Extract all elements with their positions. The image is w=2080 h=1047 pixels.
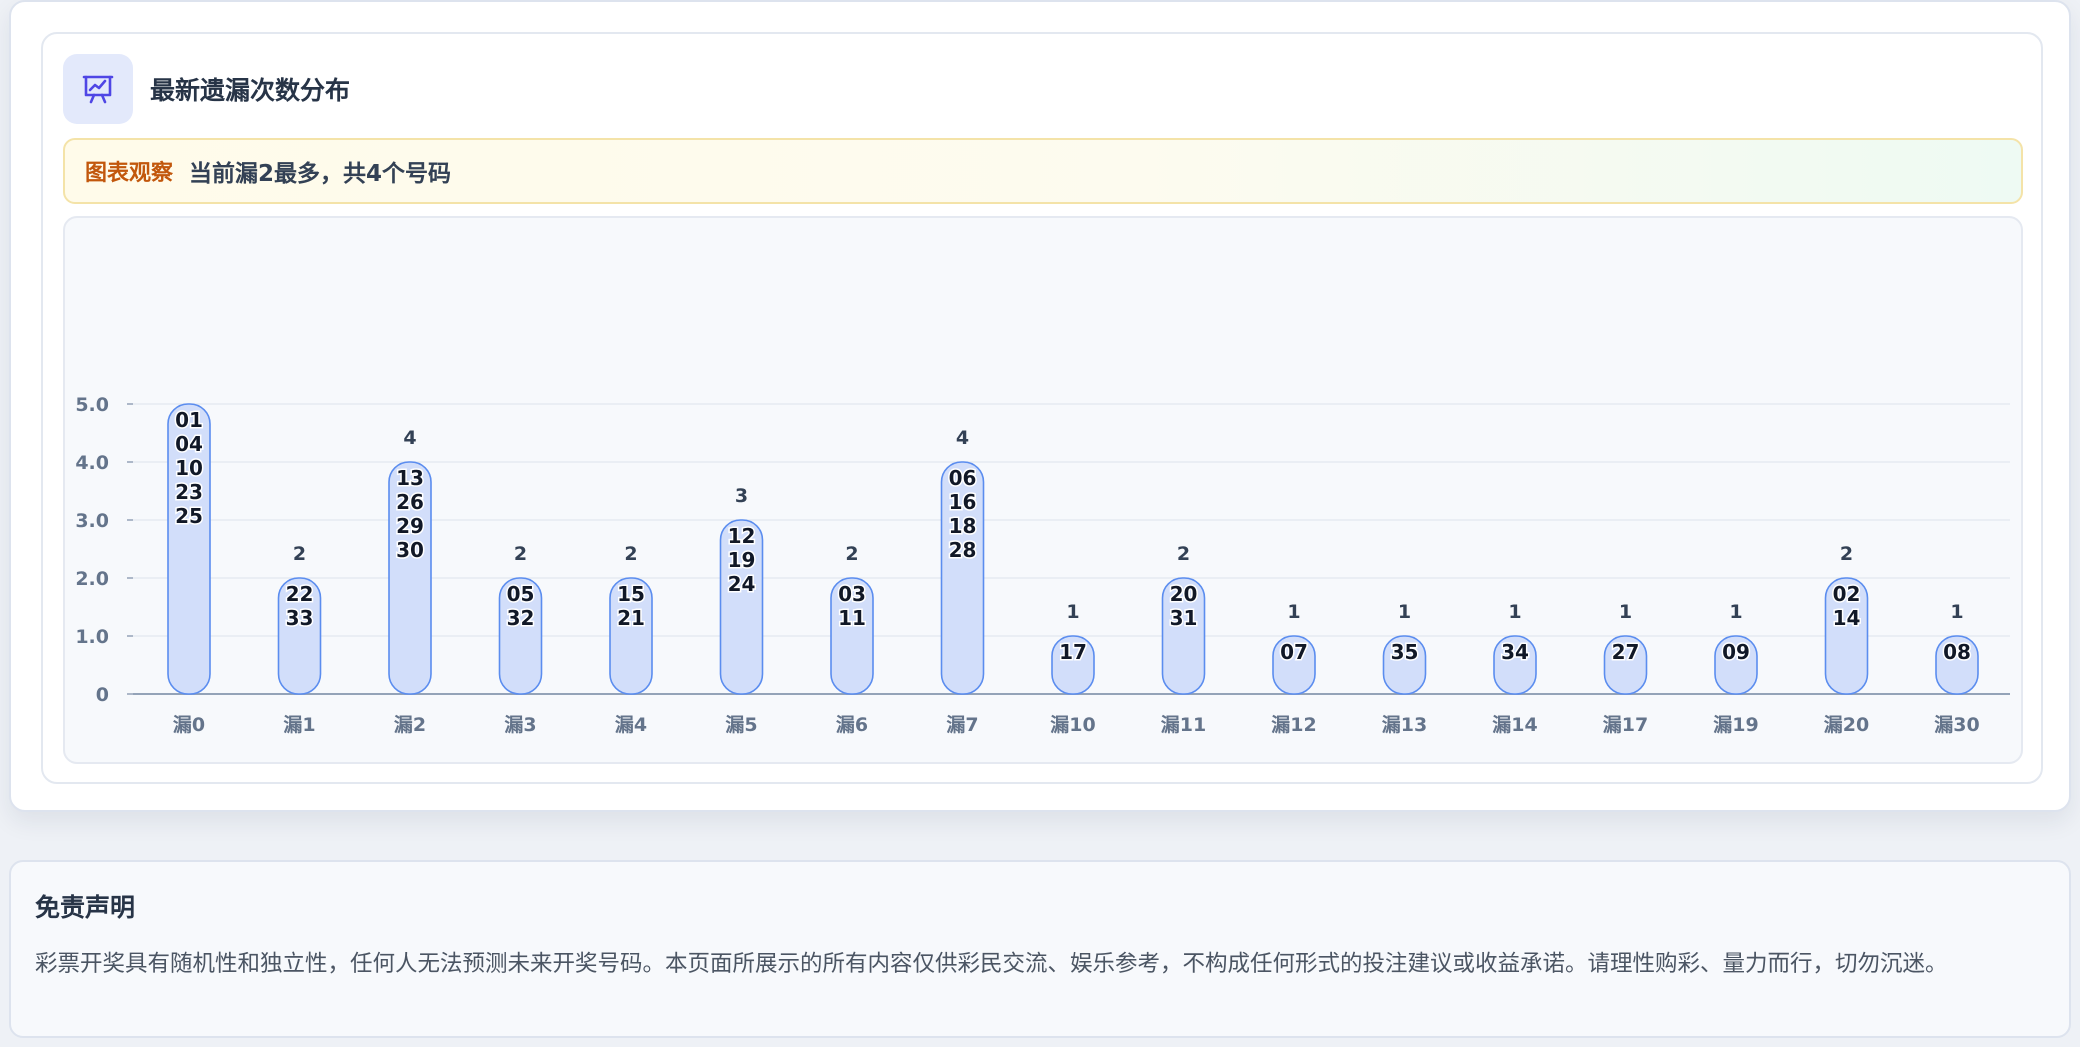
bar-number-label: 12	[728, 524, 756, 548]
presentation-chart-icon	[63, 54, 133, 124]
bar-number-label: 10	[175, 456, 203, 480]
x-tick-label: 漏7	[946, 714, 978, 736]
bar-number-label: 33	[286, 606, 314, 630]
bar-number-label: 08	[1943, 640, 1971, 664]
bar-number-label: 26	[396, 490, 424, 514]
bar-number-label: 30	[396, 538, 424, 562]
data-label: 2	[1177, 543, 1190, 565]
bar-chart: 01.02.03.04.05.00104102325漏022332漏113262…	[75, 394, 2010, 736]
distribution-card: 最新遗漏次数分布 图表观察 当前漏2最多，共4个号码 0 1.0 2.0 3.0 4.0…	[9, 0, 2071, 812]
x-tick-label: 漏11	[1161, 714, 1206, 736]
bar-number-label: 27	[1612, 640, 1640, 664]
bar-number-label: 14	[1833, 606, 1861, 630]
bar-number-label: 24	[728, 572, 756, 596]
x-tick-label: 漏0	[173, 714, 205, 736]
y-tick-label: 4.0	[75, 452, 109, 474]
bar-number-label: 21	[617, 606, 645, 630]
observation-text: 当前漏2最多，共4个号码	[189, 161, 452, 187]
data-label: 2	[845, 543, 858, 565]
data-label: 3	[735, 485, 748, 507]
x-tick-label: 漏12	[1271, 714, 1316, 736]
bar-number-label: 01	[175, 408, 203, 432]
disclaimer-box: 免责声明 彩票开奖具有随机性和独立性，任何人无法预测未来开奖号码。本页面所展示的…	[9, 860, 2071, 1038]
data-label: 2	[293, 543, 306, 565]
disclaimer-text: 彩票开奖具有随机性和独立性，任何人无法预测未来开奖号码。本页面所展示的所有内容仅…	[35, 951, 1948, 977]
chart-card: 最新遗漏次数分布 图表观察 当前漏2最多，共4个号码 0 1.0 2.0 3.0 4.0…	[41, 32, 2043, 784]
data-label: 4	[956, 427, 969, 449]
x-tick-label: 漏14	[1492, 714, 1537, 736]
x-tick-label: 漏3	[504, 714, 536, 736]
bar-number-label: 02	[1833, 582, 1861, 606]
bar-number-label: 22	[286, 582, 314, 606]
x-tick-label: 漏19	[1713, 714, 1758, 736]
y-tick-label: 5.0	[75, 394, 109, 416]
x-tick-label: 漏10	[1050, 714, 1095, 736]
y-tick-label: 0	[96, 684, 109, 706]
observation-tag: 图表观察	[85, 161, 174, 186]
x-tick-label: 漏20	[1824, 714, 1869, 736]
y-tick-label: 1.0	[75, 626, 109, 648]
bar-number-label: 18	[949, 514, 977, 538]
chart-title: 最新遗漏次数分布	[150, 76, 351, 105]
x-tick-label: 漏2	[394, 714, 426, 736]
x-tick-label: 漏13	[1382, 714, 1427, 736]
x-tick-label: 漏1	[283, 714, 315, 736]
bar-number-label: 06	[949, 466, 977, 490]
bar-number-label: 31	[1170, 606, 1198, 630]
bar-number-label: 23	[175, 480, 203, 504]
bar-number-label: 25	[175, 504, 203, 528]
y-tick-label: 2.0	[75, 568, 109, 590]
bar-number-label: 05	[507, 582, 535, 606]
data-label: 1	[1066, 601, 1079, 623]
y-tick-label: 3.0	[75, 510, 109, 532]
x-tick-label: 漏6	[836, 714, 868, 736]
bar-number-label: 04	[175, 432, 203, 456]
data-label: 1	[1729, 601, 1742, 623]
bar-number-label: 17	[1059, 640, 1087, 664]
x-tick-label: 漏5	[725, 714, 757, 736]
bar-number-label: 35	[1391, 640, 1419, 664]
bar-number-label: 19	[728, 548, 756, 572]
card-header: 最新遗漏次数分布	[63, 54, 350, 124]
data-label: 1	[1950, 601, 1963, 623]
bar-number-label: 15	[617, 582, 645, 606]
data-label: 1	[1508, 601, 1521, 623]
data-label: 2	[514, 543, 527, 565]
data-label: 1	[1398, 601, 1411, 623]
observation-banner: 图表观察 当前漏2最多，共4个号码	[63, 138, 2023, 204]
x-tick-label: 漏4	[615, 714, 647, 736]
data-label: 2	[624, 543, 637, 565]
bar-number-label: 07	[1280, 640, 1308, 664]
bar-number-label: 29	[396, 514, 424, 538]
disclaimer-title: 免责声明	[35, 893, 136, 922]
bar-number-label: 28	[949, 538, 977, 562]
data-label: 1	[1619, 601, 1632, 623]
data-label: 2	[1840, 543, 1853, 565]
bar-number-label: 32	[507, 606, 535, 630]
bar-number-label: 20	[1170, 582, 1198, 606]
data-label: 4	[403, 427, 416, 449]
bar-number-label: 13	[396, 466, 424, 490]
x-tick-label: 漏30	[1934, 714, 1979, 736]
bar-number-label: 16	[949, 490, 977, 514]
bar-number-label: 11	[838, 606, 866, 630]
chart-panel: 0 1.0 2.0 3.0 4.0 5.0 01 04 10 23 25 漏0 22 33 2 漏1 13 26 2…	[63, 216, 2023, 764]
x-tick-label: 漏17	[1603, 714, 1648, 736]
bar-number-label: 03	[838, 582, 866, 606]
bar-number-label: 09	[1722, 640, 1750, 664]
bar-number-label: 34	[1501, 640, 1529, 664]
data-label: 1	[1287, 601, 1300, 623]
